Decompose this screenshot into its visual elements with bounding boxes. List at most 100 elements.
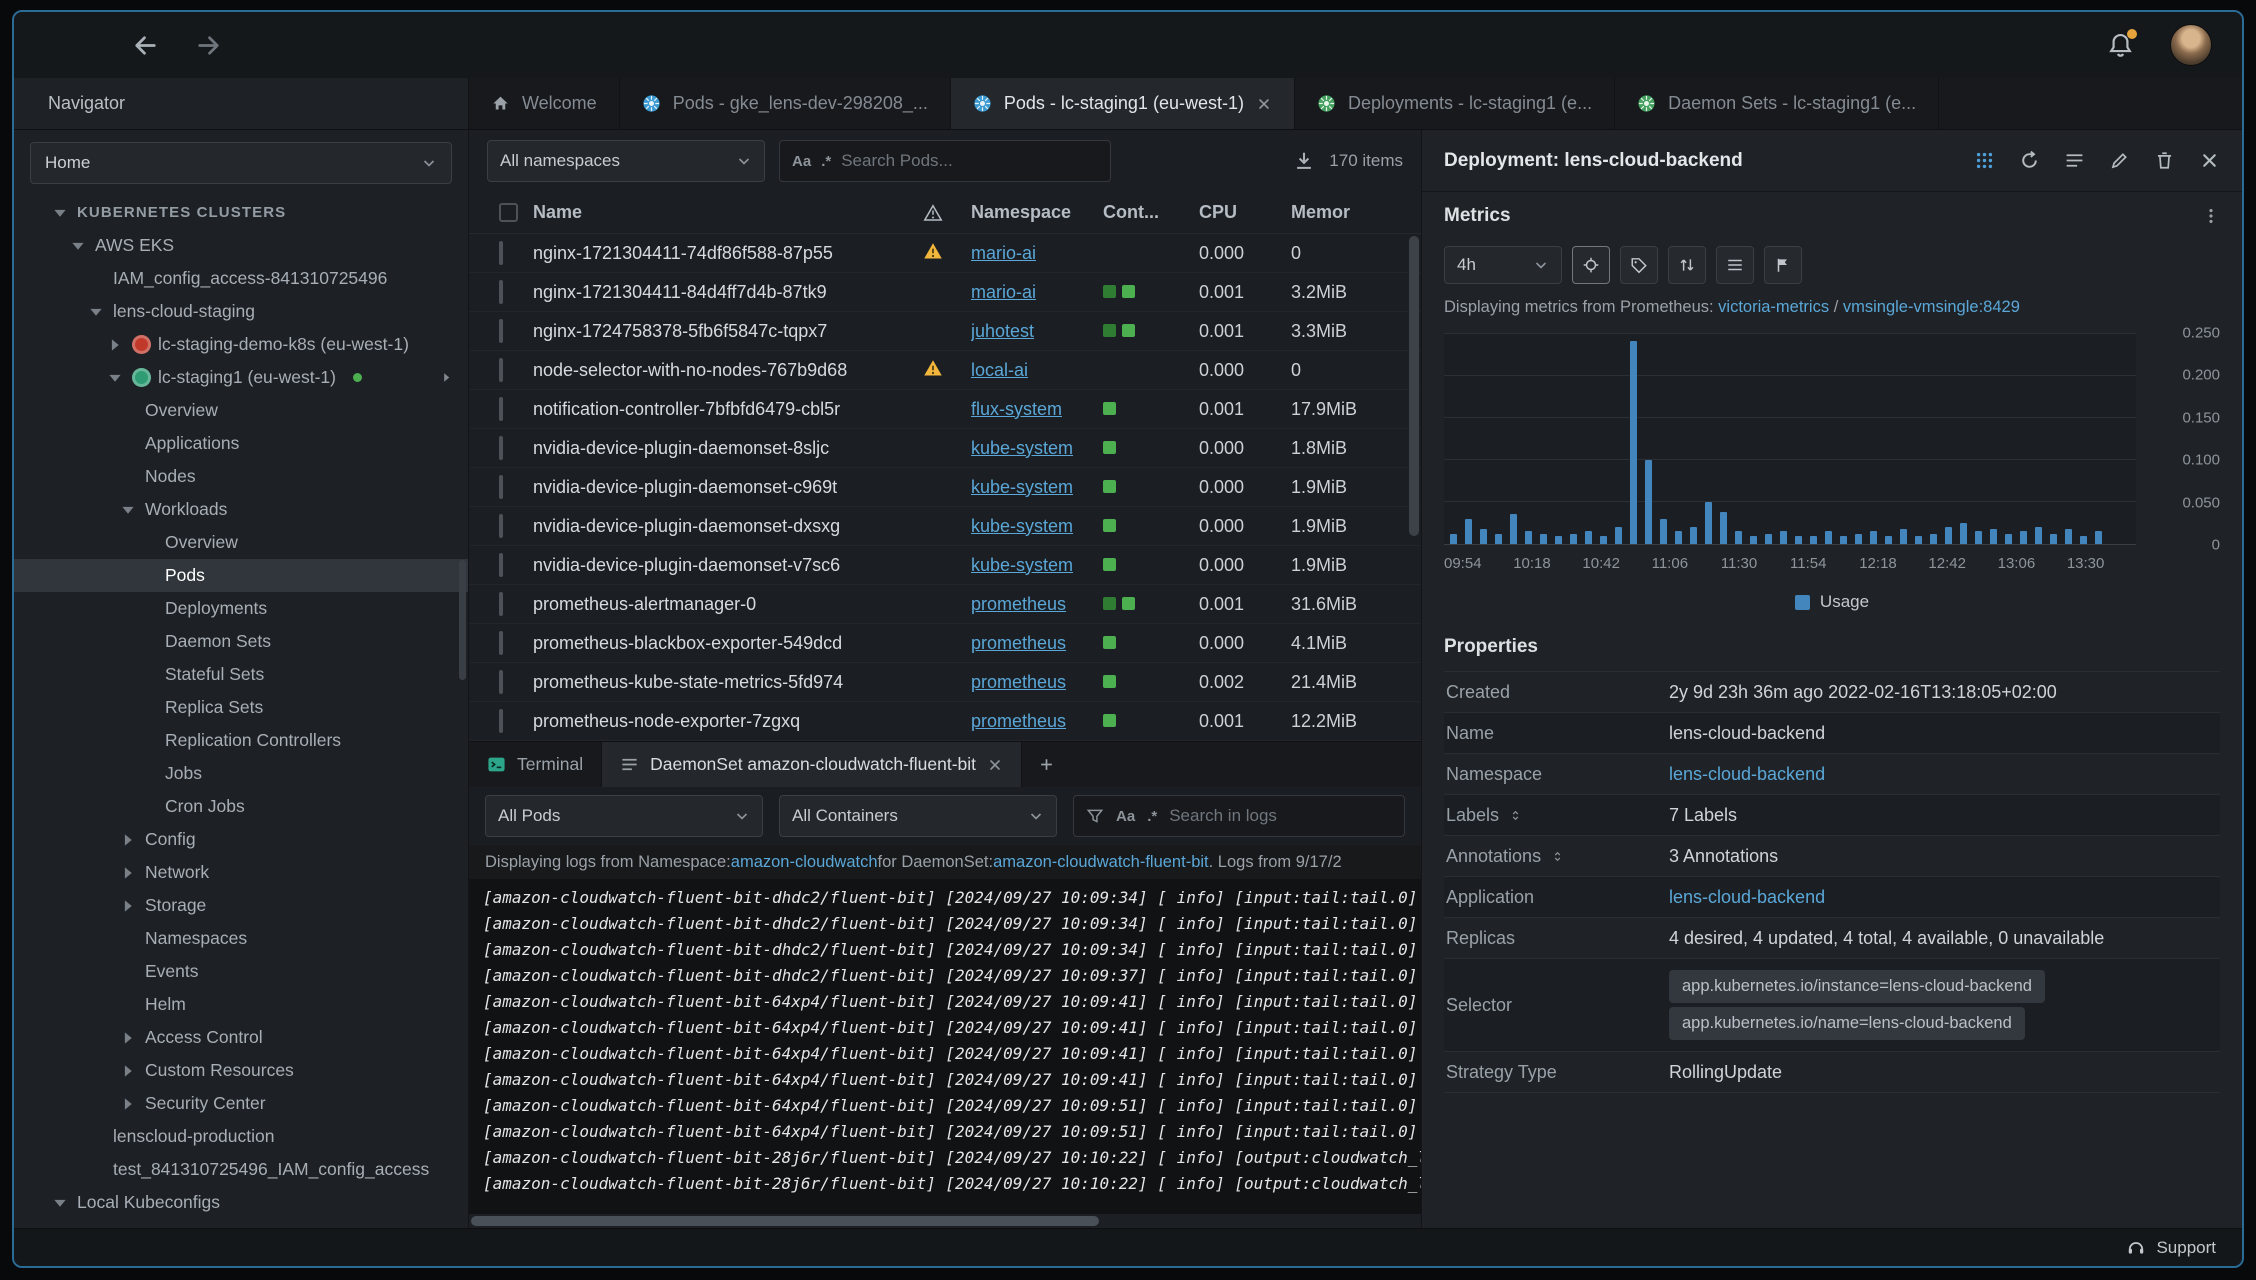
regex-icon[interactable]: .* <box>821 153 831 170</box>
sidebar-item-config[interactable]: Config <box>14 823 468 856</box>
row-checkbox[interactable] <box>499 279 503 304</box>
tab-pods-gke-lens-dev-298208[interactable]: Pods - gke_lens-dev-298208_... <box>620 78 951 129</box>
namespace-link[interactable]: prometheus <box>971 633 1091 654</box>
table-row-node-selector-with-no-nodes-767b9d68[interactable]: node-selector-with-no-nodes-767b9d68 loca… <box>469 351 1421 390</box>
sidebar-item-deployments[interactable]: Deployments <box>14 592 468 625</box>
chart-legend[interactable]: Usage <box>1444 581 2220 623</box>
row-checkbox[interactable] <box>499 435 503 460</box>
trash-icon[interactable] <box>2154 150 2175 171</box>
sidebar-item-replication-controllers[interactable]: Replication Controllers <box>14 724 468 757</box>
new-tab-button[interactable] <box>1022 742 1070 787</box>
expander-icon[interactable] <box>1508 808 1523 823</box>
close-icon[interactable] <box>1256 96 1272 112</box>
namespace-link[interactable]: mario-ai <box>971 243 1091 264</box>
namespace-link[interactable]: kube-system <box>971 516 1091 537</box>
forward-arrow-icon[interactable] <box>195 32 222 59</box>
namespace-link[interactable]: kube-system <box>971 438 1091 459</box>
chevron-down-icon[interactable] <box>118 503 138 516</box>
prometheus-provider-link[interactable]: victoria-metrics <box>1718 298 1829 316</box>
dock-tab-terminal[interactable]: Terminal <box>469 742 603 787</box>
table-row-nginx-1721304411-84d4ff7d4b-87tk9[interactable]: nginx-1721304411-84d4ff7d4b-87tk9 mario-a… <box>469 273 1421 312</box>
row-checkbox[interactable] <box>499 318 503 343</box>
expander-icon[interactable] <box>1550 849 1565 864</box>
match-case-icon[interactable]: Aa <box>792 153 811 170</box>
navigator-header[interactable]: Navigator <box>14 78 469 129</box>
sort-button[interactable] <box>1668 246 1706 284</box>
chevron-right-icon[interactable] <box>118 1097 138 1110</box>
sidebar-item-security-center[interactable]: Security Center <box>14 1087 468 1120</box>
table-row-nvidia-device-plugin-daemonset-c969t[interactable]: nvidia-device-plugin-daemonset-c969t kube… <box>469 468 1421 507</box>
row-checkbox[interactable] <box>499 630 503 655</box>
column-header-memory[interactable]: Memor <box>1291 202 1397 223</box>
sidebar-item-jobs[interactable]: Jobs <box>14 757 468 790</box>
edit-pencil-icon[interactable] <box>2109 150 2130 171</box>
table-row-nvidia-device-plugin-daemonset-v7sc6[interactable]: nvidia-device-plugin-daemonset-v7sc6 kube… <box>469 546 1421 585</box>
sidebar-item-applications[interactable]: Applications <box>14 427 468 460</box>
row-checkbox[interactable] <box>499 669 503 694</box>
sidebar-item-replica-sets[interactable]: Replica Sets <box>14 691 468 724</box>
sidebar-item-lc-staging-demo-k8s-eu-west-1[interactable]: lc-staging-demo-k8s (eu-west-1) <box>14 328 468 361</box>
scrollbar-thumb[interactable] <box>471 1216 1100 1226</box>
table-row-nvidia-device-plugin-daemonset-dxsxg[interactable]: nvidia-device-plugin-daemonset-dxsxg kube… <box>469 507 1421 546</box>
tab-daemon-sets-lc-staging1-e[interactable]: Daemon Sets - lc-staging1 (e... <box>1615 78 1940 129</box>
scrollbar-thumb[interactable] <box>1409 236 1419 536</box>
row-checkbox[interactable] <box>499 357 503 382</box>
chevron-right-icon[interactable] <box>118 1064 138 1077</box>
logs-lines-icon[interactable] <box>2064 150 2085 171</box>
sidebar-item-aws-eks[interactable]: AWS EKS <box>14 229 468 262</box>
prometheus-endpoint-link[interactable]: vmsingle-vmsingle:8429 <box>1843 298 2020 316</box>
daemonset-link[interactable]: amazon-cloudwatch-fluent-bit <box>993 853 1209 872</box>
row-checkbox[interactable] <box>499 396 503 421</box>
download-icon[interactable] <box>1293 150 1315 172</box>
log-lines[interactable]: [amazon-cloudwatch-fluent-bit-dhdc2/flue… <box>469 879 1421 1214</box>
row-checkbox[interactable] <box>499 513 503 538</box>
namespace-link[interactable]: prometheus <box>971 672 1091 693</box>
sidebar-item-pods[interactable]: Pods <box>14 559 468 592</box>
regex-icon[interactable]: .* <box>1147 808 1157 825</box>
namespace-filter-select[interactable]: All namespaces <box>487 140 765 182</box>
column-header-namespace[interactable]: Namespace <box>971 202 1103 223</box>
sidebar-item-events[interactable]: Events <box>14 955 468 988</box>
sidebar-item-custom-resources[interactable]: Custom Resources <box>14 1054 468 1087</box>
pods-table-scrollbar[interactable] <box>1409 236 1419 736</box>
chevron-down-icon[interactable] <box>50 206 70 219</box>
container-filter-select[interactable]: All Containers <box>779 795 1057 837</box>
namespace-link[interactable]: juhotest <box>971 321 1091 342</box>
chevron-down-icon[interactable] <box>86 305 106 318</box>
namespace-link[interactable]: prometheus <box>971 711 1091 732</box>
sidebar-item-overview[interactable]: Overview <box>14 394 468 427</box>
chevron-right-icon[interactable] <box>118 1031 138 1044</box>
tab-pods-lc-staging1-eu-west-1[interactable]: Pods - lc-staging1 (eu-west-1) <box>950 78 1295 129</box>
notifications-bell-icon[interactable] <box>2107 28 2137 59</box>
column-header-name[interactable]: Name <box>533 202 923 223</box>
chevron-right-icon[interactable] <box>118 833 138 846</box>
namespace-link[interactable]: kube-system <box>971 477 1091 498</box>
namespace-link[interactable]: mario-ai <box>971 282 1091 303</box>
sidebar-item-nodes[interactable]: Nodes <box>14 460 468 493</box>
match-case-icon[interactable]: Aa <box>1116 808 1135 825</box>
tab-welcome[interactable]: Welcome <box>469 78 620 129</box>
sidebar-item-test-841310725496-iam-config-access[interactable]: test_841310725496_IAM_config_access <box>14 1153 468 1186</box>
warning-column-icon[interactable] <box>923 203 943 223</box>
chevron-right-icon[interactable] <box>118 866 138 879</box>
close-icon[interactable] <box>2199 150 2220 171</box>
property-link[interactable]: lens-cloud-backend <box>1669 887 1825 907</box>
property-link[interactable]: lens-cloud-backend <box>1669 764 1825 784</box>
pod-filter-select[interactable]: All Pods <box>485 795 763 837</box>
sidebar-item-daemon-sets[interactable]: Daemon Sets <box>14 625 468 658</box>
sidebar-item-lenscloud-production[interactable]: lenscloud-production <box>14 1120 468 1153</box>
table-row-nginx-1721304411-74df86f588-87p55[interactable]: nginx-1721304411-74df86f588-87p55 mario-a… <box>469 234 1421 273</box>
tab-deployments-lc-staging1-e[interactable]: Deployments - lc-staging1 (e... <box>1295 78 1616 129</box>
sidebar-item-namespaces[interactable]: Namespaces <box>14 922 468 955</box>
table-row-notification-controller-7bfbfd6479-cbl5r[interactable]: notification-controller-7bfbfd6479-cbl5r… <box>469 390 1421 429</box>
chevron-right-icon[interactable] <box>105 338 125 351</box>
row-checkbox[interactable] <box>499 708 503 733</box>
dock-tab-daemonset-amazon-cloudwatch-fluent-bit[interactable]: DaemonSet amazon-cloudwatch-fluent-bit <box>602 742 1023 787</box>
row-checkbox[interactable] <box>499 552 503 577</box>
sidebar-item-lens-cloud-staging[interactable]: lens-cloud-staging <box>14 295 468 328</box>
sidebar-scrollbar[interactable] <box>459 560 466 680</box>
row-checkbox[interactable] <box>499 474 503 499</box>
tag-button[interactable] <box>1620 246 1658 284</box>
namespace-link[interactable]: flux-system <box>971 399 1091 420</box>
chevron-down-icon[interactable] <box>50 1196 70 1209</box>
